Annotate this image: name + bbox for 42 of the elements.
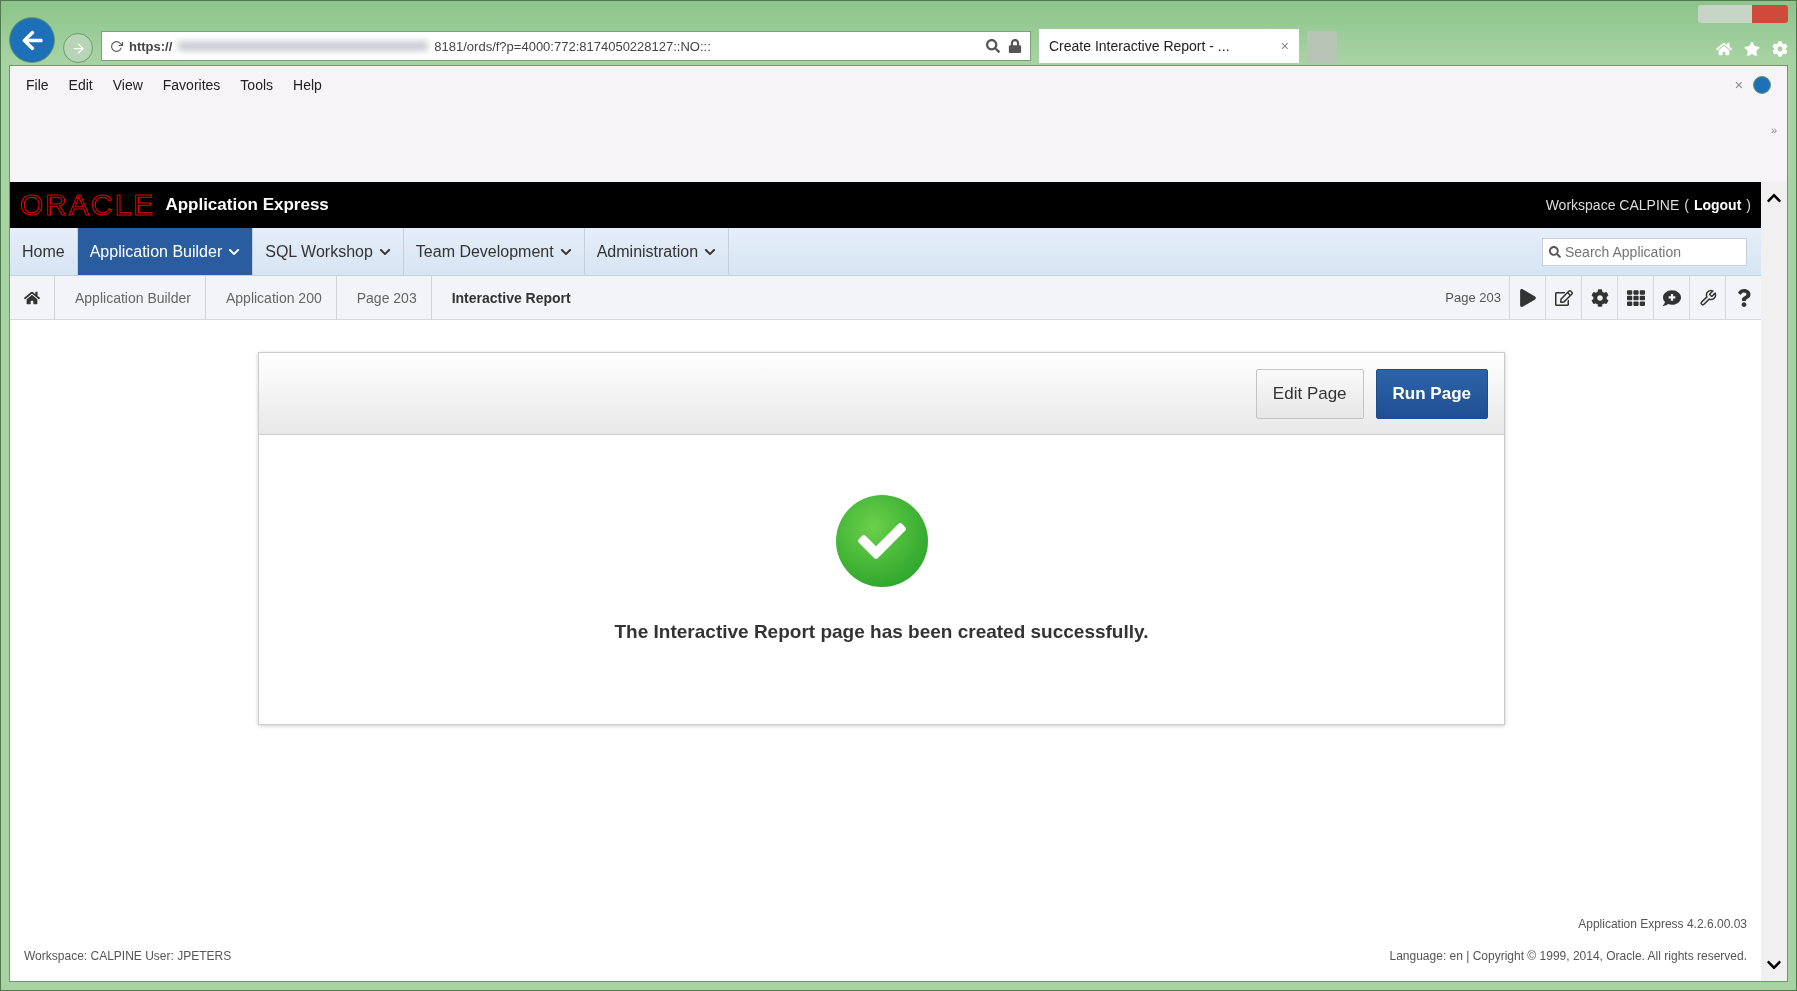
oracle-logo: ORACLE: [20, 188, 156, 222]
address-bar[interactable]: https:// 8181/ords/f?p=4000:772:8174050228127::NO:::: [101, 31, 1031, 61]
globe-icon[interactable]: [1753, 76, 1771, 94]
window-controls[interactable]: [1698, 5, 1788, 23]
url-text: 8181/ords/f?p=4000:772:8174050228127::NO:::: [434, 38, 711, 54]
version-text: Application Express 4.2.6.00.03: [1578, 917, 1747, 931]
menu-item[interactable]: Help: [293, 77, 322, 93]
workspace-text: Workspace CALPINE: [1545, 197, 1680, 213]
search-field[interactable]: Search Application: [1542, 237, 1747, 266]
close-icon[interactable]: ×: [1280, 38, 1289, 54]
nav-tab[interactable]: Team Development: [403, 228, 585, 275]
logout-link[interactable]: Logout: [1693, 197, 1742, 213]
browser-tab[interactable]: Create Interactive Report - ... ×: [1039, 29, 1299, 63]
page-label: Page 203: [1445, 290, 1501, 305]
forward-button[interactable]: [63, 33, 93, 63]
lock-icon: [1008, 39, 1022, 53]
success-message: The Interactive Report page has been created successfully.: [614, 621, 1149, 643]
menu-item[interactable]: View: [112, 77, 143, 93]
paren-text: (: [1684, 197, 1689, 213]
user-text: Workspace: CALPINE User: JPETERS: [24, 949, 232, 963]
primary-button[interactable]: Run Page: [1375, 368, 1488, 419]
secondary-button[interactable]: Edit Page: [1255, 368, 1364, 419]
nav-tab[interactable]: Administration: [584, 228, 730, 275]
nav-tab[interactable]: Home: [10, 228, 78, 275]
copyright-text: Language: en | Copyright © 1999, 2014, Oracle. All rights reserved.: [1389, 949, 1747, 963]
menu-item[interactable]: File: [26, 77, 49, 93]
menu-item[interactable]: Tools: [240, 77, 274, 93]
arrow-left-icon: [20, 28, 44, 52]
product-name: Application Express: [165, 195, 329, 215]
menu-item[interactable]: Favorites: [162, 77, 221, 93]
scrollbar[interactable]: [1761, 182, 1787, 981]
arrow-right-icon: [70, 40, 86, 56]
search-icon: [1549, 245, 1561, 258]
search-icon[interactable]: [986, 39, 1000, 53]
url-text: https://: [129, 38, 173, 54]
nav-tab[interactable]: Application Builder: [77, 228, 254, 275]
menu-item[interactable]: Edit: [68, 77, 93, 93]
nav-tab[interactable]: SQL Workshop: [253, 228, 404, 275]
refresh-icon[interactable]: [110, 39, 123, 53]
star-icon[interactable]: [1744, 41, 1760, 57]
back-button[interactable]: [9, 17, 55, 63]
paren-text: ): [1746, 197, 1751, 213]
